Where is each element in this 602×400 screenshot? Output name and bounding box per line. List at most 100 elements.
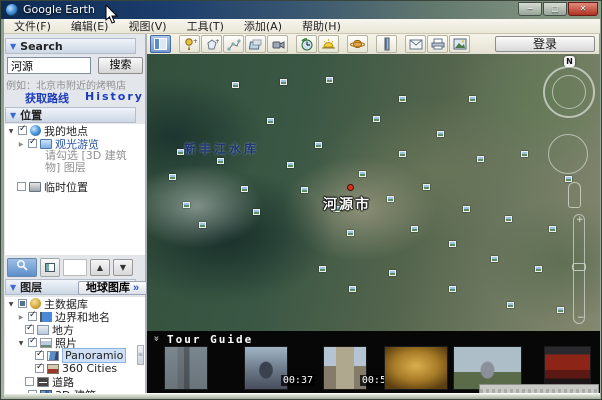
tour-thumbnail-cathedral[interactable]: 00:50 bbox=[323, 346, 367, 390]
tour-thumbnail-buddha[interactable]: 00:37 bbox=[244, 346, 288, 390]
planets-button[interactable] bbox=[347, 35, 368, 53]
photo-marker-icon[interactable] bbox=[267, 118, 274, 124]
city-marker-dot[interactable] bbox=[347, 184, 354, 191]
checkbox-borders[interactable] bbox=[28, 312, 37, 321]
photo-marker-icon[interactable] bbox=[469, 96, 476, 102]
menu-view[interactable]: 视图(V) bbox=[118, 18, 176, 34]
layers-panel-header[interactable]: ▼ 图层 地球图库 » bbox=[5, 279, 136, 295]
collapse-chevron-icon[interactable]: » bbox=[151, 335, 162, 341]
photo-marker-icon[interactable] bbox=[359, 171, 366, 177]
zoom-slider[interactable]: + − bbox=[573, 214, 585, 324]
photo-marker-icon[interactable] bbox=[315, 142, 322, 148]
title-bar[interactable]: Google Earth − □ ✕ bbox=[1, 1, 602, 19]
photo-marker-icon[interactable] bbox=[169, 174, 176, 180]
expander-icon[interactable] bbox=[17, 140, 25, 148]
panel-view-button[interactable] bbox=[40, 258, 60, 277]
earth-gallery-button[interactable]: 地球图库 » bbox=[78, 281, 147, 295]
image-overlay-button[interactable] bbox=[245, 35, 266, 53]
checkbox-photos[interactable] bbox=[28, 338, 37, 347]
photo-marker-icon[interactable] bbox=[183, 202, 190, 208]
photo-marker-icon[interactable] bbox=[557, 307, 564, 313]
checkbox-panoramio[interactable] bbox=[35, 351, 44, 360]
move-down-button[interactable]: ▼ bbox=[113, 259, 133, 276]
checkbox-places-layer[interactable] bbox=[25, 325, 34, 334]
photo-marker-icon[interactable] bbox=[287, 162, 294, 168]
photo-marker-icon[interactable] bbox=[565, 176, 572, 182]
expander-icon[interactable] bbox=[7, 300, 15, 308]
compass-ring[interactable] bbox=[543, 66, 595, 118]
placemark-button[interactable]: + bbox=[179, 35, 200, 53]
sign-in-button[interactable]: 登录 bbox=[495, 36, 595, 52]
checkbox-roads[interactable] bbox=[25, 377, 34, 386]
photo-marker-icon[interactable] bbox=[507, 302, 514, 308]
move-joystick[interactable] bbox=[568, 182, 581, 208]
photo-marker-icon[interactable] bbox=[491, 256, 498, 262]
save-image-button[interactable] bbox=[449, 35, 470, 53]
photo-marker-icon[interactable] bbox=[326, 77, 333, 83]
menu-help[interactable]: 帮助(H) bbox=[292, 18, 351, 34]
layers-scrollbar-thumb[interactable]: ≡ bbox=[137, 345, 144, 365]
photo-marker-icon[interactable] bbox=[399, 151, 406, 157]
expander-icon[interactable] bbox=[17, 339, 25, 347]
tour-thumbnail-pagoda[interactable] bbox=[164, 346, 208, 390]
sunlight-button[interactable] bbox=[318, 35, 339, 53]
tree-item-borders[interactable]: 边界和地名 bbox=[5, 310, 145, 323]
photo-marker-icon[interactable] bbox=[280, 79, 287, 85]
photo-marker-icon[interactable] bbox=[521, 151, 528, 157]
minimize-button[interactable]: − bbox=[518, 2, 542, 16]
photo-marker-icon[interactable] bbox=[319, 266, 326, 272]
photo-marker-icon[interactable] bbox=[177, 149, 184, 155]
email-button[interactable] bbox=[405, 35, 426, 53]
print-button[interactable] bbox=[427, 35, 448, 53]
search-input[interactable] bbox=[7, 57, 91, 74]
tree-item-panoramio[interactable]: Panoramio bbox=[5, 349, 145, 362]
places-panel-header[interactable]: ▼ 位置 bbox=[5, 107, 136, 123]
search-panel-header[interactable]: ▼ Search bbox=[5, 38, 136, 54]
photo-marker-icon[interactable] bbox=[437, 131, 444, 137]
search-places-button[interactable] bbox=[7, 258, 37, 277]
photo-marker-icon[interactable] bbox=[477, 156, 484, 162]
polygon-button[interactable]: + bbox=[201, 35, 222, 53]
photo-marker-icon[interactable] bbox=[347, 230, 354, 236]
photo-marker-icon[interactable] bbox=[217, 158, 224, 164]
photo-marker-icon[interactable] bbox=[449, 241, 456, 247]
photo-marker-icon[interactable] bbox=[535, 266, 542, 272]
photo-marker-icon[interactable] bbox=[389, 270, 396, 276]
tree-item-temporary[interactable]: 临时位置 bbox=[5, 180, 145, 193]
photo-marker-icon[interactable] bbox=[505, 216, 512, 222]
search-button[interactable]: 搜索 bbox=[98, 57, 143, 74]
photo-marker-icon[interactable] bbox=[301, 187, 308, 193]
photo-marker-icon[interactable] bbox=[387, 196, 394, 202]
expander-icon[interactable] bbox=[7, 127, 15, 135]
photo-marker-icon[interactable] bbox=[423, 184, 430, 190]
checkbox-primary-database[interactable] bbox=[18, 299, 27, 308]
photo-marker-icon[interactable] bbox=[399, 96, 406, 102]
path-button[interactable] bbox=[223, 35, 244, 53]
historical-imagery-button[interactable] bbox=[296, 35, 317, 53]
close-button[interactable]: ✕ bbox=[568, 2, 598, 16]
tour-thumbnail-golden-hall[interactable] bbox=[384, 346, 448, 390]
photo-marker-icon[interactable] bbox=[549, 226, 556, 232]
zoom-in-icon[interactable]: + bbox=[576, 215, 584, 225]
move-up-button[interactable]: ▲ bbox=[90, 259, 110, 276]
menu-add[interactable]: 添加(A) bbox=[234, 18, 292, 34]
maximize-button[interactable]: □ bbox=[543, 2, 567, 16]
map-viewport[interactable]: 新丰江水库 河源市 N + − bbox=[147, 54, 600, 331]
checkbox-temporary[interactable] bbox=[17, 182, 26, 191]
zoom-out-icon[interactable]: − bbox=[577, 313, 585, 323]
photo-marker-icon[interactable] bbox=[449, 286, 456, 292]
tree-item-360cities[interactable]: 360 Cities bbox=[5, 362, 145, 375]
checkbox-sightseeing[interactable] bbox=[28, 139, 37, 148]
sidebar-toggle-button[interactable] bbox=[150, 35, 171, 53]
photo-marker-icon[interactable] bbox=[411, 226, 418, 232]
photo-marker-icon[interactable] bbox=[241, 186, 248, 192]
photo-marker-icon[interactable] bbox=[349, 286, 356, 292]
checkbox-360cities[interactable] bbox=[35, 364, 44, 373]
zoom-slider-knob[interactable] bbox=[572, 263, 586, 271]
photo-marker-icon[interactable] bbox=[373, 116, 380, 122]
photo-marker-icon[interactable] bbox=[463, 206, 470, 212]
look-joystick-ring[interactable] bbox=[548, 134, 588, 174]
photo-marker-icon[interactable] bbox=[199, 222, 206, 228]
ruler-button[interactable] bbox=[376, 35, 397, 53]
get-directions-link[interactable]: 获取路线 bbox=[25, 90, 69, 106]
